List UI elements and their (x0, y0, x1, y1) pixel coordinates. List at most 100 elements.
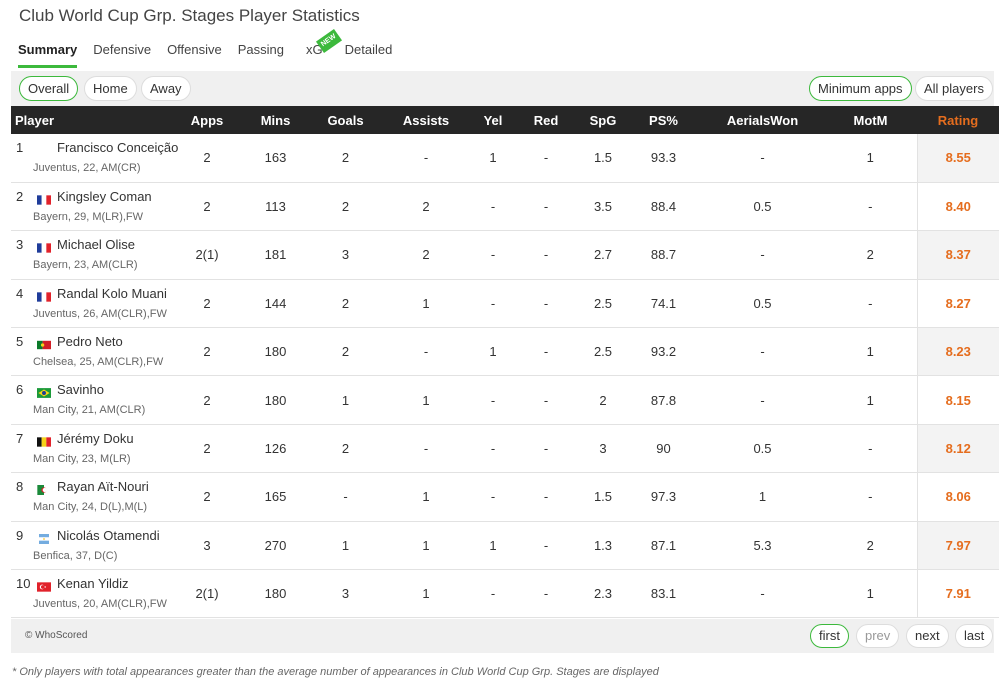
player-meta: Bayern, 23, AM(CLR) (33, 259, 138, 272)
player-cell: 10 Kenan Yildiz Juventus, 20, AM(CLR),FW (11, 569, 176, 619)
pagination-next-button[interactable]: next (906, 624, 949, 648)
assists-cell: 1 (378, 472, 474, 522)
shots-per-game-cell: 2.7 (580, 230, 626, 280)
turkey-flag-icon (37, 580, 51, 592)
apps-cell: 2 (176, 424, 238, 474)
column-header-player[interactable]: Player (11, 106, 176, 134)
rating-cell: 7.91 (916, 569, 999, 619)
yellow-cards-cell: 1 (474, 327, 512, 377)
red-cards-cell: - (512, 521, 580, 571)
rating-cell: 8.15 (916, 375, 999, 425)
motm-cell: 2 (824, 521, 917, 571)
motm-cell: 1 (824, 375, 917, 425)
aerials-won-cell: - (701, 327, 824, 377)
assists-cell: - (378, 424, 474, 474)
player-name-link[interactable]: Michael Olise (57, 237, 135, 252)
player-rank: 5 (16, 334, 24, 350)
player-meta: Juventus, 22, AM(CR) (33, 162, 141, 174)
red-cards-cell: - (512, 230, 580, 280)
away-filter-button[interactable]: Away (141, 76, 191, 101)
aerials-won-cell: 5.3 (701, 521, 824, 571)
column-header-spg[interactable]: SpG (580, 106, 626, 134)
player-cell: 6 Savinho Man City, 21, AM(CLR) (11, 375, 176, 425)
player-rank: 7 (16, 430, 24, 446)
mins-cell: 270 (238, 521, 313, 571)
pass-success-cell: 88.7 (626, 230, 701, 280)
tab-offensive[interactable]: Offensive (167, 38, 222, 68)
goals-cell: 3 (313, 569, 378, 619)
column-header-mins[interactable]: Mins (238, 106, 313, 134)
all-players-button[interactable]: All players (915, 76, 993, 101)
player-name-link[interactable]: Kingsley Coman (57, 189, 152, 204)
copyright-text: © WhoScored (25, 630, 88, 641)
motm-cell: - (824, 279, 917, 329)
player-name-link[interactable]: Jérémy Doku (57, 431, 134, 446)
france-flag-icon (37, 241, 51, 253)
minimum-apps-button[interactable]: Minimum apps (809, 76, 912, 101)
player-meta: Man City, 24, D(L),M(L) (33, 501, 148, 514)
column-header-yel[interactable]: Yel (474, 106, 512, 134)
home-filter-button[interactable]: Home (84, 76, 137, 101)
shots-per-game-cell: 2.5 (580, 327, 626, 377)
player-name-link[interactable]: Francisco Conceição (57, 140, 178, 155)
pagination-first-button[interactable]: first (810, 624, 849, 648)
player-name-link[interactable]: Kenan Yildiz (57, 576, 129, 591)
aerials-won-cell: 0.5 (701, 424, 824, 474)
tab-passing[interactable]: Passing (238, 38, 284, 68)
pass-success-cell: 87.1 (626, 521, 701, 571)
overall-filter-button[interactable]: Overall (19, 76, 79, 101)
motm-cell: - (824, 182, 917, 232)
column-header-motm[interactable]: MotM (824, 106, 917, 134)
column-header-assists[interactable]: Assists (378, 106, 474, 134)
table-row: 2 Kingsley Coman Bayern, 29, M(LR),FW 2 113 2… (11, 182, 999, 232)
player-meta: Bayern, 29, M(LR),FW (33, 210, 144, 223)
column-header-apps[interactable]: Apps (176, 106, 238, 134)
pagination-prev-button[interactable]: prev (856, 624, 900, 648)
belgium-flag-icon (37, 435, 51, 447)
aerials-won-cell: - (701, 569, 824, 619)
column-header-aerials-won[interactable]: AerialsWon (701, 106, 824, 134)
stats-tabs: Summary Defensive Offensive Passing xG N… (18, 28, 408, 68)
shots-per-game-cell: 2.5 (580, 279, 626, 329)
yellow-cards-cell: 1 (474, 134, 512, 183)
player-name-link[interactable]: Randal Kolo Muani (57, 286, 167, 301)
mins-cell: 113 (238, 182, 313, 232)
column-header-red[interactable]: Red (512, 106, 580, 134)
assists-cell: - (378, 327, 474, 377)
player-cell: 7 Jérémy Doku Man City, 23, M(LR) (11, 424, 176, 474)
player-name-link[interactable]: Savinho (57, 382, 104, 397)
table-row: 6 Savinho Man City, 21, AM(CLR) 2 180 1 1- -2 87… (11, 375, 999, 425)
red-cards-cell: - (512, 375, 580, 425)
player-name-link[interactable]: Pedro Neto (57, 334, 123, 349)
apps-cell: 2 (176, 134, 238, 183)
aerials-won-cell: - (701, 375, 824, 425)
mins-cell: 180 (238, 569, 313, 619)
assists-cell: 1 (378, 521, 474, 571)
yellow-cards-cell: - (474, 424, 512, 474)
tab-detailed[interactable]: Detailed (345, 38, 393, 68)
column-header-goals[interactable]: Goals (313, 106, 378, 134)
assists-cell: 1 (378, 569, 474, 619)
column-header-ps[interactable]: PS% (626, 106, 701, 134)
tab-xg[interactable]: xG NEW (306, 28, 343, 68)
player-meta: Benfica, 37, D(C) (33, 549, 118, 562)
rating-cell: 8.40 (916, 182, 999, 232)
motm-cell: - (824, 424, 917, 474)
shots-per-game-cell: 1.5 (580, 134, 626, 183)
apps-cell: 2 (176, 472, 238, 522)
tab-defensive[interactable]: Defensive (93, 38, 151, 68)
pass-success-cell: 83.1 (626, 569, 701, 619)
goals-cell: - (313, 472, 378, 522)
yellow-cards-cell: - (474, 279, 512, 329)
pagination-last-button[interactable]: last (955, 624, 994, 648)
tab-summary[interactable]: Summary (18, 38, 78, 68)
mins-cell: 181 (238, 230, 313, 280)
player-name-link[interactable]: Nicolás Otamendi (57, 528, 160, 543)
column-header-rating[interactable]: Rating (917, 106, 999, 134)
goals-cell: 3 (313, 230, 378, 280)
player-name-link[interactable]: Rayan Aït-Nouri (57, 479, 149, 494)
pass-success-cell: 74.1 (626, 279, 701, 329)
brazil-flag-icon (37, 386, 51, 399)
shots-per-game-cell: 1.5 (580, 472, 626, 522)
portugal-flag-icon (37, 338, 51, 350)
